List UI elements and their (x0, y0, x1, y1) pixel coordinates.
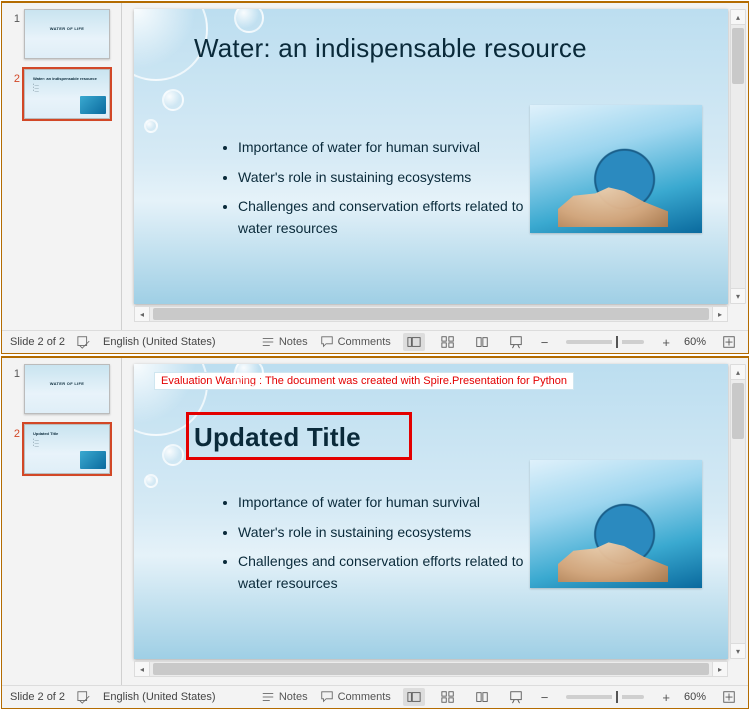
slide-thumbnail-2[interactable]: Water: an indispensable resource • ___• … (24, 69, 110, 119)
thumbnail-number: 2 (2, 428, 24, 440)
horizontal-scroll-thumb[interactable] (153, 663, 709, 675)
slide-thumbnail-1[interactable]: WATER OF LIFE (24, 9, 110, 59)
thumb-image (80, 451, 106, 469)
bubble-decor (162, 444, 184, 466)
spellcheck-icon[interactable] (77, 335, 91, 349)
scroll-down-button[interactable]: ▾ (731, 288, 745, 303)
thumbnail-item: 1 WATER OF LIFE (2, 364, 121, 414)
reading-view-button[interactable] (471, 333, 493, 351)
thumbnail-item: 2 Updated Title • ___• ___• ___ (2, 424, 121, 474)
zoom-out-button[interactable]: − (539, 335, 551, 350)
status-bar: Slide 2 of 2 English (United States) Not… (2, 330, 748, 353)
zoom-slider[interactable] (566, 340, 644, 344)
vertical-scrollbar[interactable]: ▴ ▾ (730, 9, 746, 304)
powerpoint-window-before: 1 WATER OF LIFE 2 Water: an indispensabl… (1, 1, 749, 354)
slideshow-view-button[interactable] (505, 333, 527, 351)
slide-title-text[interactable]: Water: an indispensable resource (194, 33, 587, 64)
slide-image[interactable] (530, 460, 702, 588)
thumbnail-number: 2 (2, 73, 24, 85)
slidesorter-view-button[interactable] (437, 333, 459, 351)
scroll-right-button[interactable]: ▸ (712, 662, 727, 676)
comments-button[interactable]: Comments (320, 335, 391, 349)
editor-row: 1 WATER OF LIFE 2 Water: an indispensabl… (2, 3, 748, 330)
slide-editor-area: Evaluation Warning : The document was cr… (122, 358, 748, 685)
status-language[interactable]: English (United States) (103, 691, 216, 703)
zoom-slider-thumb[interactable] (612, 691, 622, 703)
slide-title-text[interactable]: Updated Title (194, 422, 361, 453)
scroll-up-button[interactable]: ▴ (731, 10, 745, 25)
fit-to-window-button[interactable] (718, 688, 740, 706)
status-language[interactable]: English (United States) (103, 336, 216, 348)
thumb-title: WATER OF LIFE (29, 26, 105, 31)
slidesorter-view-button[interactable] (437, 688, 459, 706)
zoom-in-button[interactable]: + (660, 690, 672, 705)
slide-editor-area: Water: an indispensable resource Importa… (122, 3, 748, 330)
thumb-title: Water: an indispensable resource (33, 76, 103, 81)
horizontal-scrollbar[interactable]: ◂ ▸ (134, 306, 728, 322)
notes-label: Notes (279, 336, 308, 348)
vertical-scroll-thumb[interactable] (732, 28, 744, 84)
slide-bullets[interactable]: Importance of water for human survival W… (198, 137, 558, 248)
status-bar: Slide 2 of 2 English (United States) Not… (2, 685, 748, 708)
thumbnail-number: 1 (2, 13, 24, 25)
thumbnail-number: 1 (2, 368, 24, 380)
bullet-item[interactable]: Importance of water for human survival (238, 137, 558, 159)
horizontal-scrollbar[interactable]: ◂ ▸ (134, 661, 728, 677)
zoom-slider[interactable] (566, 695, 644, 699)
thumb-lines: • ___• ___• ___ (33, 438, 105, 447)
notes-button[interactable]: Notes (261, 690, 308, 704)
slide-thumbnail-panel: 1 WATER OF LIFE 2 Water: an indispensabl… (2, 3, 122, 330)
thumb-title: WATER OF LIFE (29, 381, 105, 386)
scroll-up-button[interactable]: ▴ (731, 365, 745, 380)
scroll-left-button[interactable]: ◂ (135, 662, 150, 676)
comments-label: Comments (338, 691, 391, 703)
zoom-slider-thumb[interactable] (612, 336, 622, 348)
notes-label: Notes (279, 691, 308, 703)
slide-thumbnail-2[interactable]: Updated Title • ___• ___• ___ (24, 424, 110, 474)
zoom-in-button[interactable]: + (660, 335, 672, 350)
thumb-title: Updated Title (33, 431, 103, 436)
zoom-out-button[interactable]: − (539, 690, 551, 705)
thumbnail-item: 2 Water: an indispensable resource • ___… (2, 69, 121, 119)
editor-row: 1 WATER OF LIFE 2 Updated Title • ___• _… (2, 358, 748, 685)
slide-thumbnail-1[interactable]: WATER OF LIFE (24, 364, 110, 414)
bullet-item[interactable]: Water's role in sustaining ecosystems (238, 522, 558, 544)
vertical-scrollbar[interactable]: ▴ ▾ (730, 364, 746, 659)
slide-count-indicator: Slide 2 of 2 (10, 336, 65, 348)
bullet-item[interactable]: Water's role in sustaining ecosystems (238, 167, 558, 189)
bullet-item[interactable]: Challenges and conservation efforts rela… (238, 551, 558, 594)
comments-button[interactable]: Comments (320, 690, 391, 704)
evaluation-warning-banner: Evaluation Warning : The document was cr… (154, 372, 574, 390)
scroll-left-button[interactable]: ◂ (135, 307, 150, 321)
bullet-item[interactable]: Importance of water for human survival (238, 492, 558, 514)
slide-image[interactable] (530, 105, 702, 233)
slide-count-indicator: Slide 2 of 2 (10, 691, 65, 703)
bullet-item[interactable]: Challenges and conservation efforts rela… (238, 196, 558, 239)
powerpoint-window-after: 1 WATER OF LIFE 2 Updated Title • ___• _… (1, 356, 749, 709)
spellcheck-icon[interactable] (77, 690, 91, 704)
comments-label: Comments (338, 336, 391, 348)
bubble-decor (144, 474, 158, 488)
scroll-right-button[interactable]: ▸ (712, 307, 727, 321)
vertical-scroll-thumb[interactable] (732, 383, 744, 439)
zoom-percentage[interactable]: 60% (684, 691, 706, 703)
slideshow-view-button[interactable] (505, 688, 527, 706)
scroll-down-button[interactable]: ▾ (731, 643, 745, 658)
slide-canvas[interactable]: Water: an indispensable resource Importa… (134, 9, 728, 304)
normal-view-button[interactable] (403, 333, 425, 351)
thumbnail-item: 1 WATER OF LIFE (2, 9, 121, 59)
slide-bullets[interactable]: Importance of water for human survival W… (198, 492, 558, 603)
bubble-decor (162, 89, 184, 111)
normal-view-button[interactable] (403, 688, 425, 706)
notes-button[interactable]: Notes (261, 335, 308, 349)
horizontal-scroll-thumb[interactable] (153, 308, 709, 320)
bubble-decor (144, 119, 158, 133)
slide-canvas[interactable]: Evaluation Warning : The document was cr… (134, 364, 728, 659)
slide-thumbnail-panel: 1 WATER OF LIFE 2 Updated Title • ___• _… (2, 358, 122, 685)
fit-to-window-button[interactable] (718, 333, 740, 351)
reading-view-button[interactable] (471, 688, 493, 706)
thumb-lines: • ___• ___• ___ (33, 83, 105, 92)
thumb-image (80, 96, 106, 114)
zoom-percentage[interactable]: 60% (684, 336, 706, 348)
